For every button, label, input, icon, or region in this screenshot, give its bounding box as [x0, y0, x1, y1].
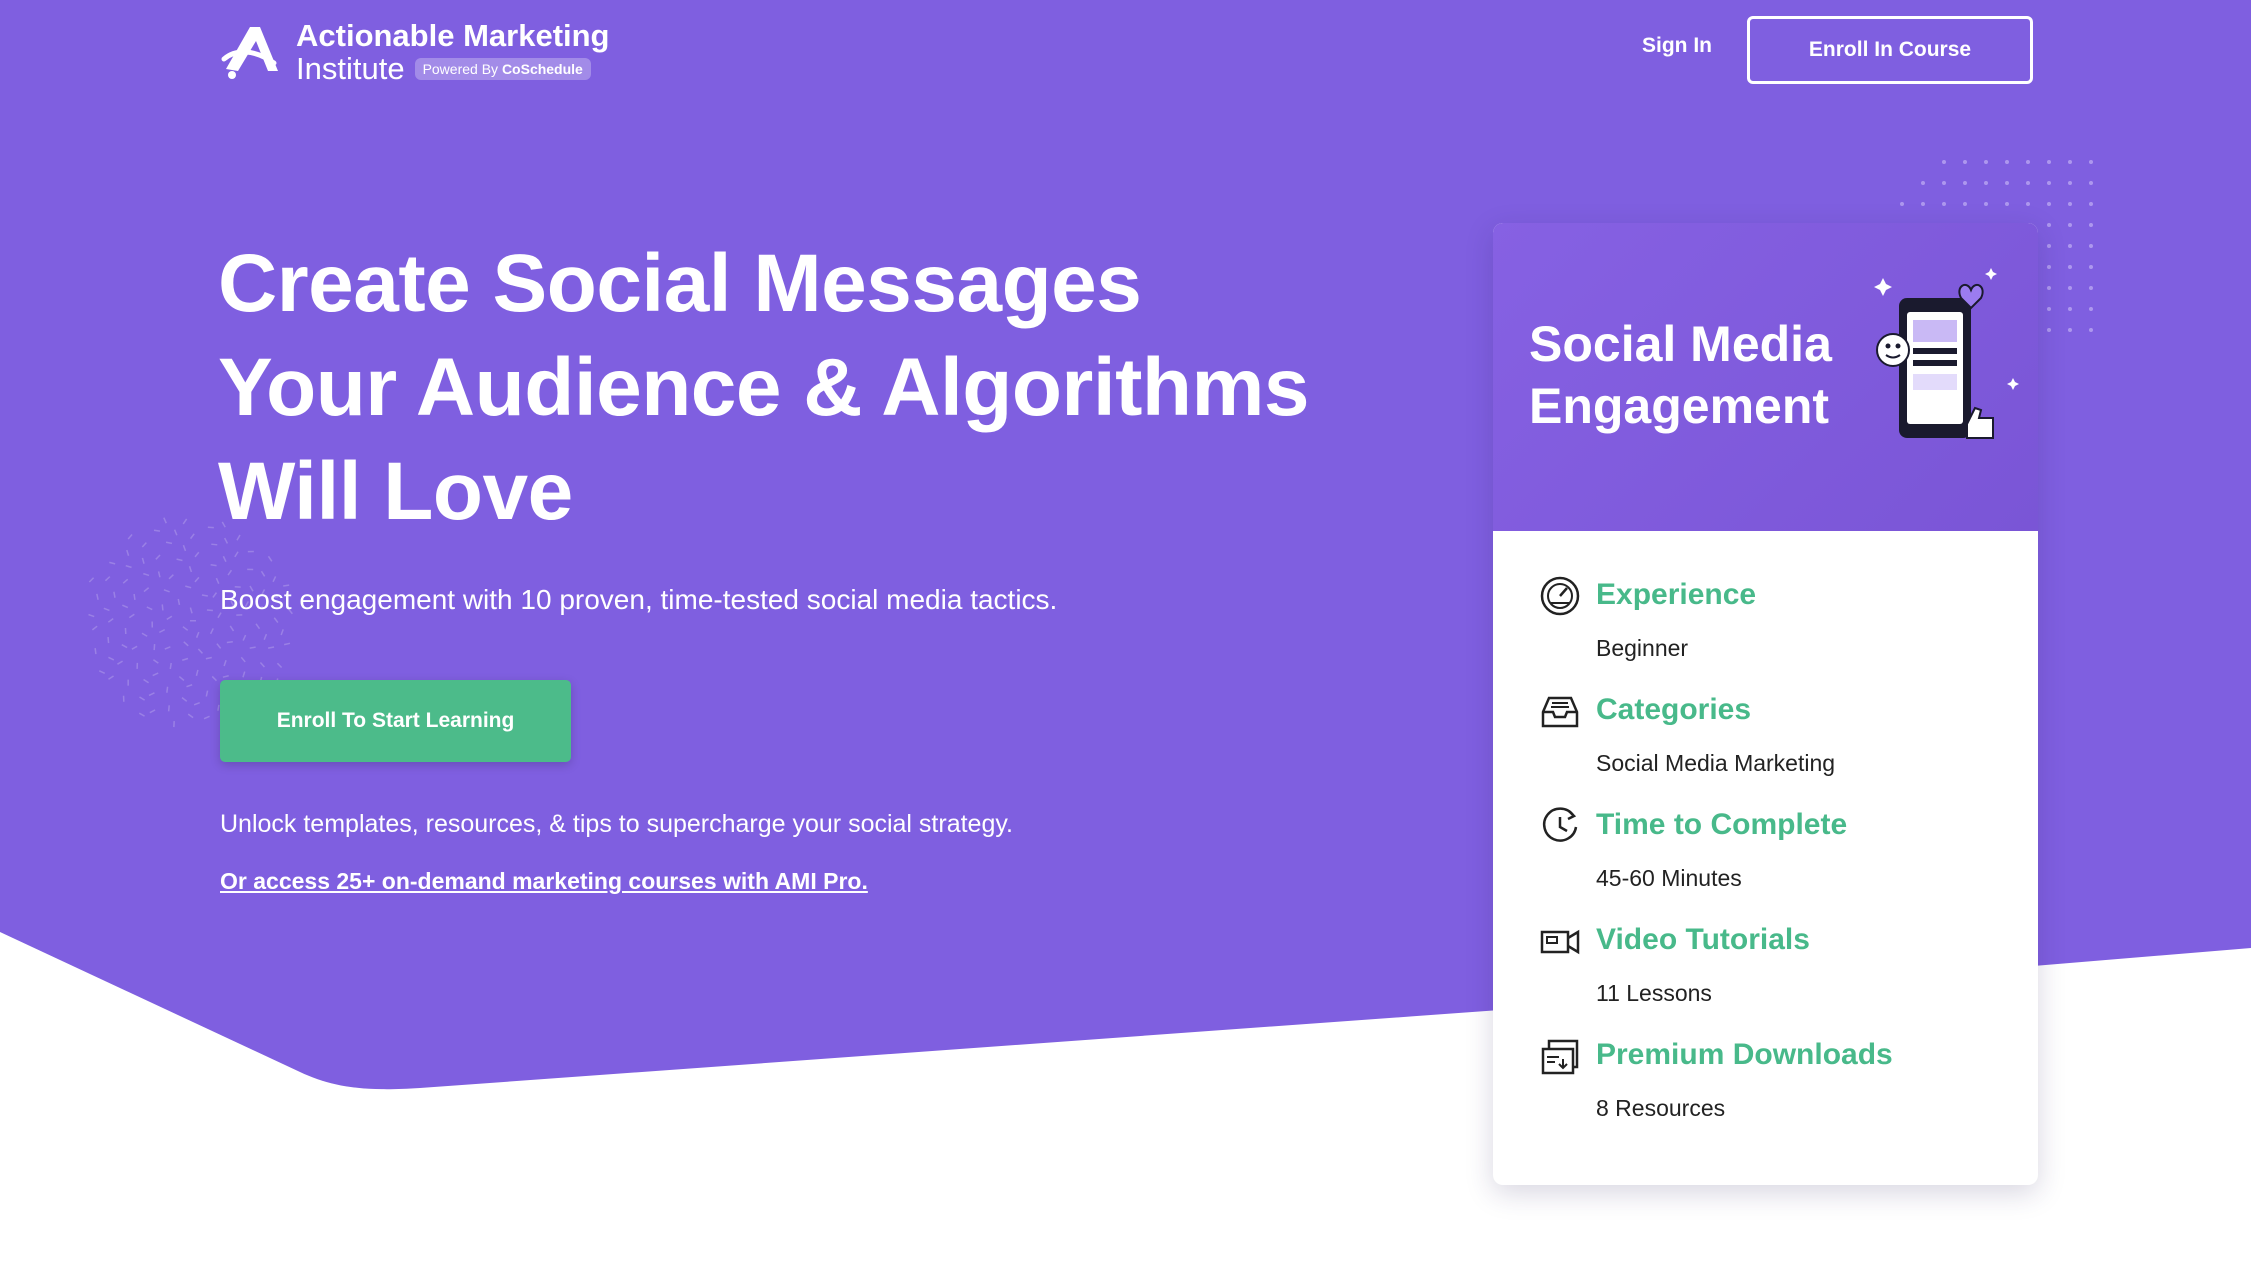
detail-label: Time to Complete: [1596, 808, 1848, 841]
detail-label: Experience: [1596, 578, 1757, 611]
detail-value: 8 Resources: [1596, 1095, 1726, 1121]
ami-pro-link[interactable]: Or access 25+ on-demand marketing course…: [220, 868, 868, 895]
hero-headline: Create Social Messages Your Audience & A…: [218, 238, 1310, 537]
course-card-header: Social Media Engagement: [1493, 223, 2038, 531]
detail-value: Social Media Marketing: [1596, 750, 1836, 776]
logo-title: Actionable Marketing: [296, 18, 610, 53]
detail-label: Premium Downloads: [1596, 1038, 1893, 1071]
detail-label: Categories: [1596, 693, 1752, 726]
folder-download-icon: [1541, 1039, 1579, 1075]
speedometer-icon: [1540, 576, 1580, 616]
video-camera-icon: [1540, 929, 1580, 955]
hero-subline: Boost engagement with 10 proven, time-te…: [220, 584, 1058, 615]
inbox-tray-icon: [1541, 696, 1579, 728]
enroll-to-start-button[interactable]: Enroll To Start Learning: [220, 680, 571, 762]
clock-refresh-icon: [1542, 807, 1578, 842]
course-title: Social Media Engagement: [1529, 316, 1832, 434]
logo[interactable]: Actionable Marketing Institute Powered B…: [220, 18, 610, 86]
logo-wordmark: Actionable Marketing Institute Powered B…: [296, 18, 610, 86]
phone-engagement-illustration: [1874, 268, 2019, 439]
logo-subtitle: Institute: [296, 51, 405, 86]
logo-icon: [221, 27, 278, 79]
detail-label: Video Tutorials: [1596, 923, 1810, 956]
detail-value: Beginner: [1596, 635, 1689, 661]
enroll-in-course-button[interactable]: Enroll In Course: [1747, 16, 2033, 84]
sign-in-link[interactable]: Sign In: [1642, 34, 1712, 58]
course-card: Social Media Engagement Experience Begin…: [1493, 223, 2038, 1185]
unlock-text: Unlock templates, resources, & tips to s…: [220, 810, 1013, 838]
detail-value: 11 Lessons: [1596, 980, 1712, 1006]
detail-value: 45-60 Minutes: [1596, 865, 1742, 891]
powered-by-badge: Powered By CoSchedule: [414, 58, 591, 80]
badge-brand: CoSchedule: [501, 61, 583, 77]
badge-prefix: Powered By: [422, 61, 499, 77]
